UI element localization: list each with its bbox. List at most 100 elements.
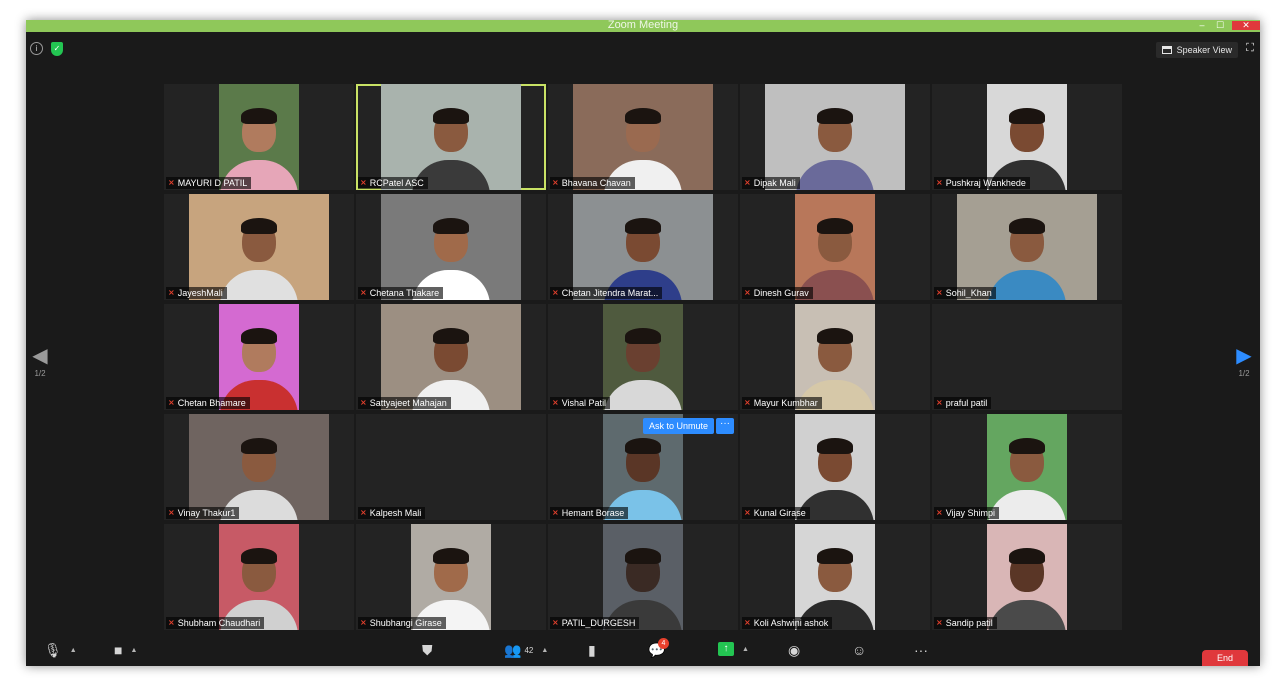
muted-microphone-icon: ⨯ (552, 398, 559, 407)
participant-tile[interactable]: ⨯ Sandip patil (932, 524, 1122, 630)
participant-name: Hemant Borase (561, 508, 625, 518)
record-button[interactable]: ◉ (788, 642, 800, 659)
muted-microphone-icon: ⨯ (360, 618, 367, 627)
muted-microphone-icon: ⨯ (744, 288, 751, 297)
participant-tile[interactable]: ⨯ Vijay Shimpi (932, 414, 1122, 520)
meeting-toolbar: 🎙 ▲ ■ ▲ ⛊ 👥 42 ▲ ▮ 💬 4 ↑ ▲ ◉ ☺ ··· End (26, 636, 1260, 666)
participant-more-button[interactable]: ··· (716, 418, 734, 434)
participant-tile[interactable]: ⨯ PATIL_DURGESH (548, 524, 738, 630)
participant-tile[interactable]: ⨯ JayeshMali (164, 194, 354, 300)
participant-tile[interactable]: ⨯ Kunal Girase (740, 414, 930, 520)
gallery-grid: ⨯ MAYURI D PATIL ⨯ RCPatel ASC ⨯ Bhavana Chav… (164, 84, 1123, 634)
participant-tile[interactable]: ⨯ Chetan Bhamare (164, 304, 354, 410)
video-options-caret-icon[interactable]: ▲ (130, 647, 137, 654)
participant-hair (1009, 438, 1045, 454)
participant-tile[interactable]: ⨯ Pushkraj Wankhede (932, 84, 1122, 190)
participant-video (381, 84, 521, 190)
participant-tile[interactable]: ⨯ Chetan Jitendra Marat... (548, 194, 738, 300)
speaker-view-button[interactable]: Speaker View (1155, 42, 1238, 58)
participant-video (987, 524, 1067, 630)
participant-hair (241, 438, 277, 454)
participant-tile[interactable]: ⨯ Dipak Mali (740, 84, 930, 190)
participant-video (573, 84, 713, 190)
muted-microphone-icon: ⨯ (360, 508, 367, 517)
encryption-shield-icon[interactable]: ✓ (51, 42, 63, 56)
participant-hair (433, 218, 469, 234)
more-dots-icon: ··· (914, 642, 928, 658)
participant-name: Pushkraj Wankhede (945, 178, 1026, 188)
chat-button[interactable]: 💬 4 (648, 638, 669, 659)
participant-hair (817, 548, 853, 564)
close-button[interactable]: ✕ (1232, 21, 1260, 30)
mute-audio-button[interactable]: 🎙 ▲ (44, 642, 77, 659)
participant-tile[interactable]: ⨯ RCPatel ASC (356, 84, 546, 190)
participant-name: Chetan Jitendra Marat... (561, 288, 659, 298)
info-icon[interactable]: i (30, 42, 43, 55)
participant-tile[interactable]: ⨯ Shubhangi Girase (356, 524, 546, 630)
participant-name: Chetana Thakare (369, 288, 440, 298)
more-options-button[interactable]: ··· (914, 642, 928, 658)
participant-hair (1009, 108, 1045, 124)
participant-tile[interactable]: ⨯ Kalpesh Mali (356, 414, 546, 520)
participant-tile[interactable]: ⨯ Mayur Kumbhar (740, 304, 930, 410)
participants-options-caret-icon[interactable]: ▲ (541, 647, 548, 654)
participant-video (189, 194, 329, 300)
participant-hair (625, 328, 661, 344)
participant-tile[interactable]: ⨯ praful patil (932, 304, 1122, 410)
participant-video (765, 84, 905, 190)
participant-tile[interactable]: ⨯ Dinesh Gurav (740, 194, 930, 300)
participant-name: RCPatel ASC (369, 178, 424, 188)
muted-microphone-icon: ⨯ (360, 398, 367, 407)
participant-name-tag: ⨯ Dinesh Gurav (742, 287, 813, 299)
fullscreen-icon[interactable]: ⛶ (1244, 42, 1256, 54)
share-screen-button[interactable]: ↑ ▲ (718, 642, 749, 656)
reactions-button[interactable]: ☺ (852, 642, 866, 658)
participant-tile[interactable]: ⨯ Vinay Thakur1 (164, 414, 354, 520)
polls-button[interactable]: ▮ (588, 642, 596, 659)
participant-tile[interactable]: ⨯ Chetana Thakare (356, 194, 546, 300)
share-options-caret-icon[interactable]: ▲ (742, 646, 749, 653)
participant-video (381, 194, 521, 300)
minimize-button[interactable]: – (1196, 21, 1208, 30)
next-page-button[interactable]: ▶ 1/2 (1234, 345, 1254, 378)
muted-microphone-icon: ⨯ (936, 178, 943, 187)
muted-microphone-icon: ⨯ (168, 508, 175, 517)
muted-microphone-icon: ⨯ (936, 618, 943, 627)
participant-video (957, 194, 1097, 300)
participant-name: Vishal Patil (561, 398, 607, 408)
participant-name-tag: ⨯ Koli Ashwini ashok (742, 617, 833, 629)
participant-name: Bhavana Chavan (561, 178, 631, 188)
participant-tile[interactable]: ⨯ Sattyajeet Mahajan (356, 304, 546, 410)
participant-name: Mayur Kumbhar (753, 398, 818, 408)
ask-to-unmute-button[interactable]: Ask to Unmute (643, 418, 715, 434)
previous-page-button[interactable]: ◀ 1/2 (30, 345, 50, 378)
participant-name-tag: ⨯ Vijay Shimpi (934, 507, 1000, 519)
security-shield-icon: ⛊ (422, 642, 433, 658)
participant-tile[interactable]: ⨯ Bhavana Chavan (548, 84, 738, 190)
participant-tile[interactable]: ⨯ Koli Ashwini ashok (740, 524, 930, 630)
maximize-button[interactable]: ☐ (1214, 21, 1226, 30)
participant-name: Vinay Thakur1 (177, 508, 236, 518)
participant-name: Dinesh Gurav (753, 288, 809, 298)
participant-hair (433, 108, 469, 124)
participant-name: Dipak Mali (753, 178, 796, 188)
audio-options-caret-icon[interactable]: ▲ (70, 647, 77, 654)
participant-name-tag: ⨯ PATIL_DURGESH (550, 617, 640, 629)
participant-hair (241, 108, 277, 124)
participant-name-tag: ⨯ Chetan Bhamare (166, 397, 250, 409)
participants-button[interactable]: 👥 42 ▲ (504, 642, 548, 659)
participant-tile[interactable]: ⨯ Shubham Chaudhari (164, 524, 354, 630)
muted-microphone-icon: ⨯ (360, 178, 367, 187)
participant-name: MAYURI D PATIL (177, 178, 248, 188)
muted-microphone-icon: ⨯ (936, 288, 943, 297)
muted-microphone-icon: ⨯ (936, 508, 943, 517)
chevron-right-icon: ▶ (1236, 345, 1252, 367)
polls-bar-chart-icon: ▮ (588, 642, 596, 658)
video-button[interactable]: ■ ▲ (114, 642, 137, 658)
participant-tile[interactable]: ⨯ Vishal Patil (548, 304, 738, 410)
participant-name: PATIL_DURGESH (561, 618, 636, 628)
end-meeting-button[interactable]: End (1202, 650, 1248, 666)
participant-tile[interactable]: ⨯ Sohil_Khan (932, 194, 1122, 300)
security-button[interactable]: ⛊ (422, 642, 433, 659)
participant-tile[interactable]: ⨯ MAYURI D PATIL (164, 84, 354, 190)
